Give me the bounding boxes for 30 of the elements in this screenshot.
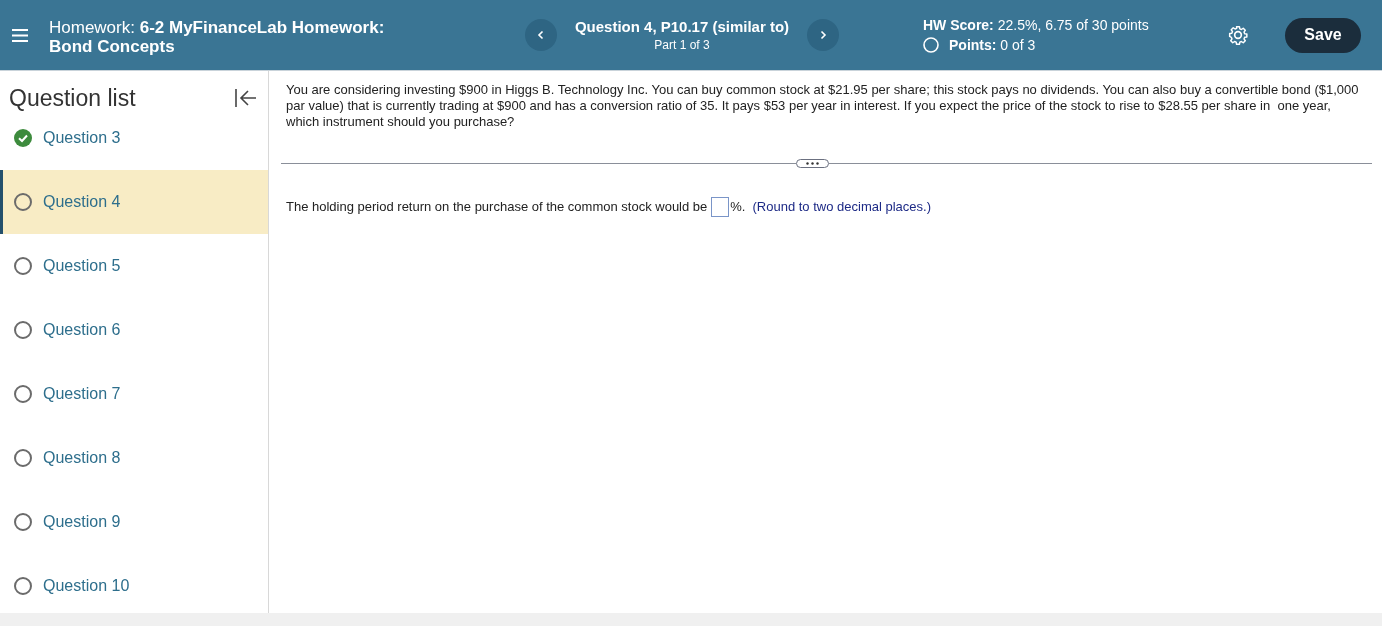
question-item[interactable]: Question 9 [0,490,268,554]
ellipsis-icon [806,162,819,165]
question-item[interactable]: Question 10 [0,554,268,613]
save-button[interactable]: Save [1285,17,1361,53]
arrow-left-to-line-icon[interactable] [234,88,258,108]
previous-question-button[interactable] [525,19,557,51]
settings-icon[interactable] [1228,25,1248,45]
prompt-text: The holding period return on the purchase of the common stock would be [286,199,708,215]
question-title: Question 4, P10.17 (similar to) [574,17,790,36]
question-item[interactable]: Question 8 [0,426,268,490]
next-question-button[interactable] [807,19,839,51]
question-item[interactable]: Question 4 [0,170,268,234]
hw-score-text: HW Score: 22.5%, 6.75 of 30 points [923,16,1150,34]
chevron-right-icon [818,30,828,40]
question-text: You are considering investing $900 in Higgs B. Technology Inc. You can buy common stock at $21.95 per share; this stock pays no dividends. You can also buy a convertible bond ($1,000 par value) that is currently trading at $900 and has a conversion ratio of 35. It pays $53 per year in interest. If you expect the price of the stock to rise to $28.55 per share in one year, which instrument should you purchase? [286,82,1360,130]
hint-text: (Round to two decimal places.) [752,199,931,215]
menu-icon[interactable] [12,28,28,42]
part-text: Part 1 of 3 [654,37,710,53]
homework-title: Homework: 6-2 MyFinanceLab Homework: Bond Concepts [49,17,386,56]
question-item[interactable]: Question 3 [0,125,268,170]
question-item[interactable]: Question 7 [0,362,268,426]
chevron-left-icon [536,30,546,40]
circle-icon [923,37,939,53]
points-text: Points: 0 of 3 [949,36,1036,54]
expand-button[interactable] [796,159,829,168]
sidebar-title: Question list [9,84,136,112]
unit-text: %. [730,199,746,215]
question-item[interactable]: Question 5 [0,234,268,298]
question-item[interactable]: Question 6 [0,298,268,362]
answer-box[interactable] [711,197,730,217]
